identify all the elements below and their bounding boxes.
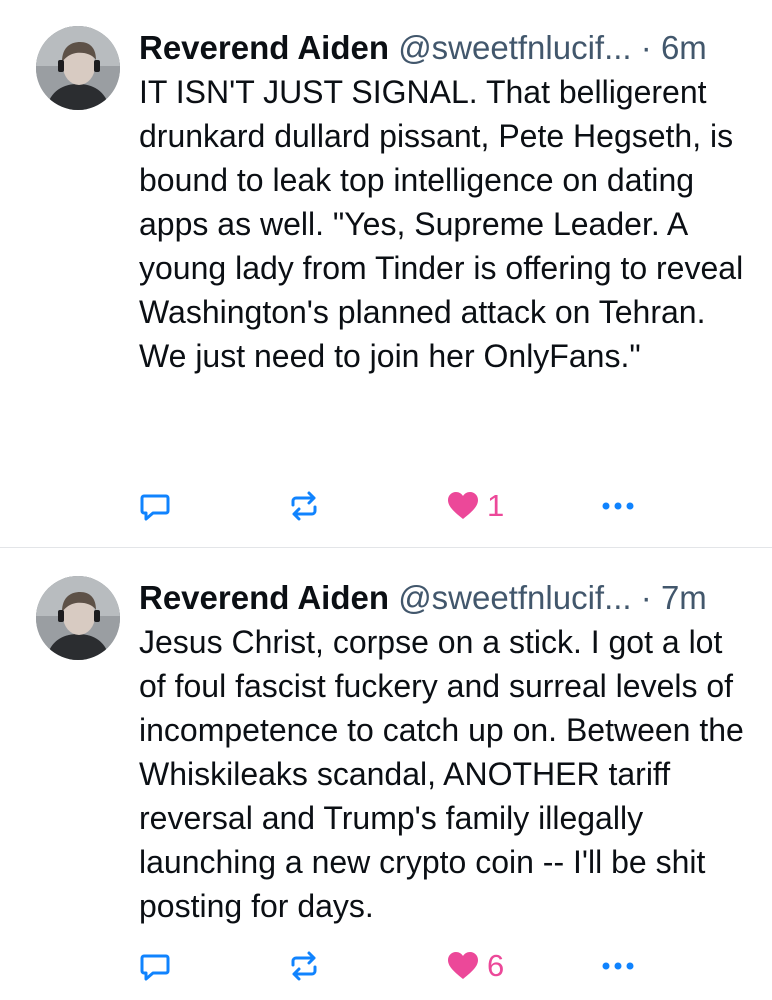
post-timestamp[interactable]: 7m xyxy=(661,579,707,616)
repost-button[interactable] xyxy=(287,486,321,526)
more-options-button[interactable] xyxy=(601,946,635,986)
more-dots-icon xyxy=(602,962,634,970)
avatar[interactable] xyxy=(36,576,120,660)
like-count: 6 xyxy=(487,948,505,983)
reply-icon xyxy=(140,494,170,521)
post-text: IT ISN'T JUST SIGNAL. That belligerent d… xyxy=(139,74,744,374)
author-handle[interactable]: @sweetfnlucif... xyxy=(398,579,631,616)
post-actions: 6 xyxy=(139,946,744,986)
reply-button[interactable] xyxy=(139,486,171,526)
heart-filled-icon xyxy=(448,492,478,519)
post-header: Reverend Aiden @sweetfnlucif... · 6m xyxy=(139,26,744,70)
like-button[interactable]: 1 xyxy=(447,486,504,526)
avatar[interactable] xyxy=(36,26,120,110)
separator-dot: · xyxy=(640,29,652,66)
author-name[interactable]: Reverend Aiden xyxy=(139,29,389,66)
separator-dot: · xyxy=(640,579,652,616)
avatar-photo-icon xyxy=(36,26,120,110)
post-text: Jesus Christ, corpse on a stick. I got a… xyxy=(139,624,744,924)
post-actions: 1 xyxy=(139,486,744,526)
repost-button[interactable] xyxy=(287,946,321,986)
feed-post[interactable]: Reverend Aiden @sweetfnlucif... · 6m IT … xyxy=(0,0,772,548)
post-header: Reverend Aiden @sweetfnlucif... · 7m xyxy=(139,576,744,620)
repost-icon xyxy=(291,491,317,521)
post-timestamp[interactable]: 6m xyxy=(661,29,707,66)
reply-icon xyxy=(140,954,170,981)
avatar-photo-icon xyxy=(36,576,120,660)
post-content: Reverend Aiden @sweetfnlucif... · 6m IT … xyxy=(139,26,744,378)
repost-icon xyxy=(291,951,317,981)
more-dots-icon xyxy=(602,502,634,510)
heart-filled-icon xyxy=(448,952,478,979)
author-name[interactable]: Reverend Aiden xyxy=(139,579,389,616)
author-handle[interactable]: @sweetfnlucif... xyxy=(398,29,631,66)
like-button[interactable]: 6 xyxy=(447,946,504,986)
post-content: Reverend Aiden @sweetfnlucif... · 7m Jes… xyxy=(139,576,744,928)
feed-post[interactable]: Reverend Aiden @sweetfnlucif... · 7m Jes… xyxy=(0,548,772,1000)
like-count: 1 xyxy=(487,488,505,523)
more-options-button[interactable] xyxy=(601,486,635,526)
reply-button[interactable] xyxy=(139,946,171,986)
